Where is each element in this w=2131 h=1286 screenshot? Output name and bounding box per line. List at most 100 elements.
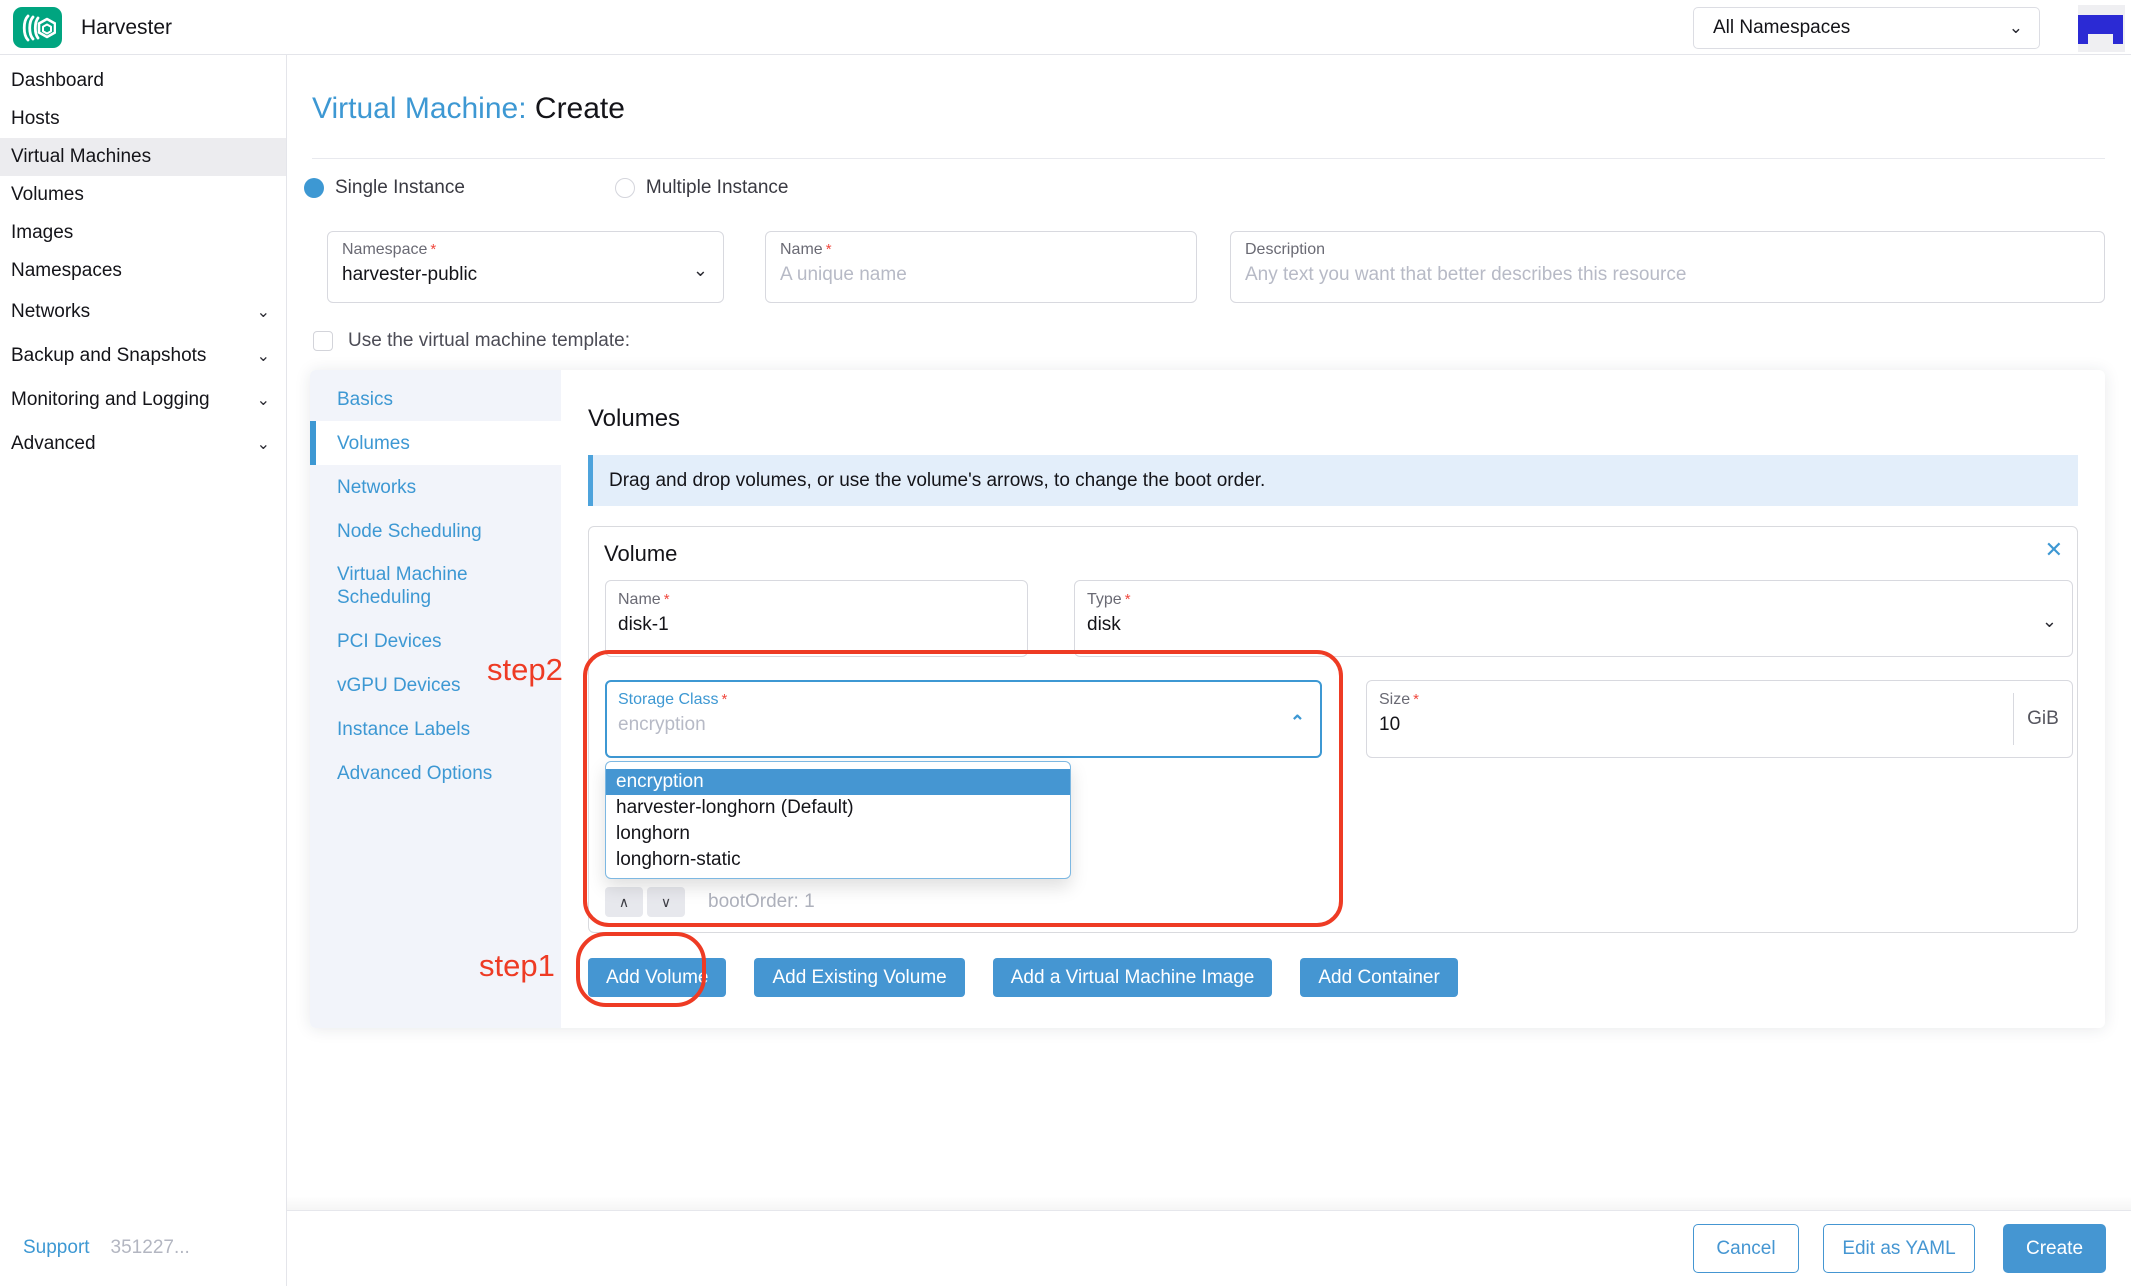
chevron-down-icon: ⌄ — [256, 348, 270, 365]
tab-virtual-machine-scheduling[interactable]: Virtual Machine Scheduling — [310, 553, 561, 619]
avatar-image-notch — [2088, 34, 2113, 52]
vm-name-field: Name * — [765, 231, 1197, 303]
storage-class-option-longhorn[interactable]: longhorn — [606, 821, 1070, 847]
volumes-heading: Volumes — [588, 405, 681, 432]
form-section-nav: Basics Volumes Networks Node Scheduling … — [310, 370, 561, 1028]
add-volume-button[interactable]: Add Volume — [588, 958, 727, 997]
radio-selected-icon — [304, 178, 324, 198]
remove-volume-icon[interactable]: ✕ — [2045, 539, 2063, 561]
chevron-down-icon: ⌄ — [2041, 611, 2057, 631]
page-title-prefix: Virtual Machine: — [312, 92, 527, 125]
template-checkbox-label: Use the virtual machine template: — [348, 330, 630, 351]
sidebar-item-namespaces[interactable]: Namespaces — [0, 252, 286, 290]
chevron-down-icon: ⌄ — [256, 436, 270, 453]
cancel-button[interactable]: Cancel — [1693, 1224, 1799, 1273]
harvester-logo-icon[interactable] — [13, 7, 62, 48]
storage-class-option-encryption[interactable]: encryption — [606, 769, 1070, 795]
volume-actions: Add Volume Add Existing Volume Add a Vir… — [588, 958, 2078, 997]
support-link[interactable]: Support — [23, 1237, 90, 1259]
sidebar-item-dashboard[interactable]: Dashboard — [0, 62, 286, 100]
sidebar-item-networks[interactable]: Networks ⌄ — [0, 290, 286, 334]
radio-multiple-instance[interactable]: Multiple Instance — [614, 177, 789, 199]
volume-name-label: Name * — [618, 591, 670, 608]
footer-divider — [0, 1210, 2131, 1211]
tab-instance-labels[interactable]: Instance Labels — [310, 707, 561, 751]
volume-name-field: Name * — [605, 580, 1028, 657]
boot-order-info-banner: Drag and drop volumes, or use the volume… — [588, 455, 2078, 506]
volume-card-title: Volume — [604, 541, 678, 566]
sidebar-item-advanced[interactable]: Advanced ⌄ — [0, 422, 286, 466]
footer-shadow — [0, 1196, 2131, 1210]
namespace-filter-select[interactable]: All Namespaces ⌄ — [1693, 7, 2040, 49]
chevron-up-icon: ⌃ — [1289, 712, 1305, 732]
namespace-select[interactable]: Namespace * harvester-public ⌄ — [327, 231, 724, 303]
boot-order-text: bootOrder: 1 — [708, 891, 815, 912]
sidebar-item-images[interactable]: Images — [0, 214, 286, 252]
sidebar-item-backup-and-snapshots[interactable]: Backup and Snapshots ⌄ — [0, 334, 286, 378]
template-checkbox[interactable] — [313, 331, 333, 351]
volume-name-input[interactable] — [618, 614, 976, 636]
description-field: Description — [1230, 231, 2105, 303]
storage-class-option-longhorn-static[interactable]: longhorn-static — [606, 847, 1070, 873]
volume-type-select[interactable]: Type * disk ⌄ — [1074, 580, 2073, 657]
sidebar-item-monitoring-and-logging[interactable]: Monitoring and Logging ⌄ — [0, 378, 286, 422]
chevron-down-icon: ⌄ — [692, 260, 708, 280]
harvester-app: Harvester All Namespaces ⌄ Dashboard Hos… — [0, 0, 2131, 1286]
volume-size-field: Size* GiB — [1366, 680, 2073, 758]
boot-order-down-button[interactable]: ∨ — [647, 887, 685, 917]
wheat-icon — [22, 14, 56, 41]
radio-single-instance[interactable]: Single Instance — [304, 177, 465, 199]
add-vm-image-button[interactable]: Add a Virtual Machine Image — [992, 958, 1273, 997]
title-divider — [312, 158, 2105, 159]
sidebar-item-virtual-machines[interactable]: Virtual Machines — [0, 138, 286, 176]
volume-size-input[interactable] — [1379, 714, 1992, 736]
create-button[interactable]: Create — [2003, 1224, 2106, 1273]
storage-class-input[interactable] — [618, 714, 1240, 736]
tab-vgpu-devices[interactable]: vGPU Devices — [310, 663, 561, 707]
storage-class-label: Storage Class * — [618, 691, 728, 708]
sidebar-item-volumes[interactable]: Volumes — [0, 176, 286, 214]
boot-order-up-button[interactable]: ∧ — [605, 887, 643, 917]
tab-pci-devices[interactable]: PCI Devices — [310, 619, 561, 663]
app-title: Harvester — [81, 15, 173, 39]
chevron-down-icon: ⌄ — [256, 392, 270, 409]
instance-mode-radios: Single Instance Multiple Instance — [304, 177, 789, 199]
add-container-button[interactable]: Add Container — [1300, 958, 1458, 997]
volume-size-unit: GiB — [2027, 708, 2059, 729]
volume-type-label: Type * — [1087, 591, 1131, 608]
page-title: Virtual Machine: Create — [312, 92, 625, 126]
description-label: Description — [1245, 241, 1326, 258]
chevron-down-icon: ⌄ — [256, 304, 270, 321]
storage-class-select[interactable]: Storage Class* ⌃ — [605, 680, 1322, 758]
vm-name-label: Name * — [780, 241, 832, 258]
user-avatar[interactable] — [2078, 5, 2125, 52]
description-input[interactable] — [1245, 264, 2090, 286]
caret-up-icon: ∧ — [618, 893, 630, 910]
tab-networks[interactable]: Networks — [310, 465, 561, 509]
namespace-label: Namespace * — [342, 241, 437, 258]
page-title-suffix: Create — [534, 92, 625, 125]
tab-volumes[interactable]: Volumes — [310, 421, 561, 465]
sidebar-nav: Dashboard Hosts Virtual Machines Volumes… — [0, 55, 286, 466]
top-header: Harvester All Namespaces ⌄ — [0, 0, 2131, 55]
sidebar-footer: Support 351227... — [23, 1237, 190, 1259]
radio-unselected-icon — [614, 178, 635, 198]
edit-as-yaml-button[interactable]: Edit as YAML — [1823, 1224, 1975, 1273]
storage-class-option-harvester-longhorn[interactable]: harvester-longhorn (Default) — [606, 795, 1070, 821]
tab-node-scheduling[interactable]: Node Scheduling — [310, 509, 561, 553]
chevron-down-icon: ⌄ — [2008, 18, 2023, 37]
template-checkbox-row: Use the virtual machine template: — [313, 330, 630, 352]
volume-type-value: disk — [1087, 614, 1121, 635]
namespace-value: harvester-public — [342, 264, 478, 285]
storage-class-dropdown: encryption harvester-longhorn (Default) … — [605, 761, 1071, 879]
main-sidebar: Dashboard Hosts Virtual Machines Volumes… — [0, 55, 287, 1286]
version-text: 351227... — [110, 1237, 190, 1258]
namespace-filter-value: All Namespaces — [1713, 17, 1851, 38]
volume-size-label: Size * — [1379, 691, 1419, 708]
tab-basics[interactable]: Basics — [310, 377, 561, 421]
vm-name-input[interactable] — [780, 264, 1182, 286]
sidebar-item-hosts[interactable]: Hosts — [0, 100, 286, 138]
volume-card: Volume ✕ Name* Type* disk ⌄ Storage Clas… — [588, 526, 2078, 933]
add-existing-volume-button[interactable]: Add Existing Volume — [754, 958, 965, 997]
tab-advanced-options[interactable]: Advanced Options — [310, 751, 561, 795]
